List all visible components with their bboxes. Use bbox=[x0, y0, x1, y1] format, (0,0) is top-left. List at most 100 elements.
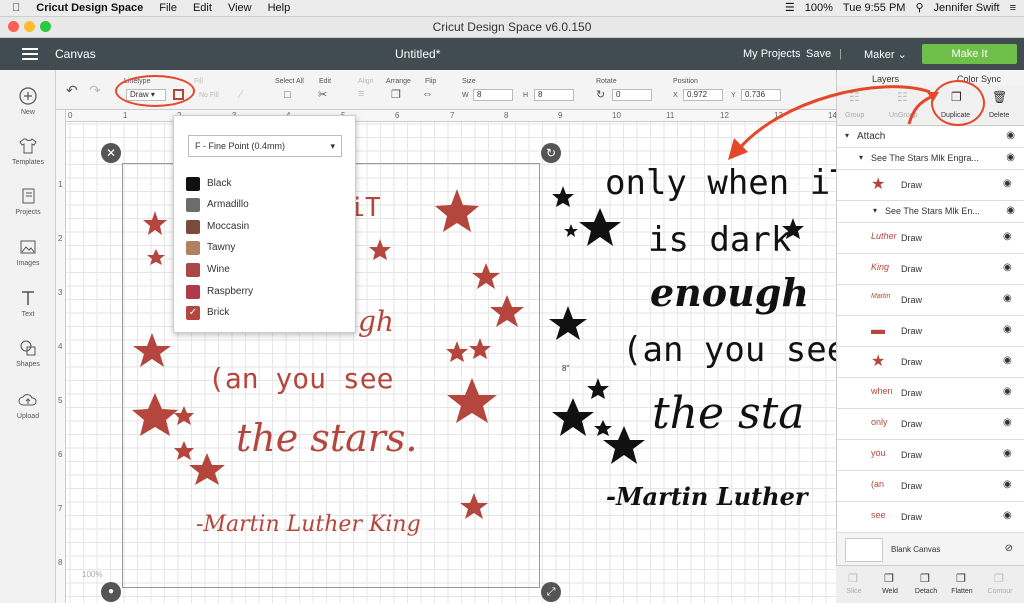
eye-icon[interactable]: ◉ bbox=[1006, 152, 1015, 163]
quote-right-line-6[interactable]: -Martin Luther bbox=[606, 482, 808, 511]
redo-icon[interactable]: ↷ bbox=[89, 82, 101, 99]
layer-row[interactable]: ▬ Draw ◉ bbox=[837, 316, 1024, 347]
color-label[interactable]: Tawny bbox=[207, 242, 235, 253]
color-swatch-raspberry[interactable] bbox=[186, 285, 200, 299]
close-icon[interactable]: ✕ bbox=[101, 143, 121, 163]
clock[interactable]: Tue 9:55 PM bbox=[843, 2, 906, 14]
close-window-icon[interactable] bbox=[8, 21, 19, 32]
app-menu[interactable]: Cricut Design Space bbox=[36, 2, 143, 14]
detach-button[interactable]: Detach bbox=[908, 588, 944, 595]
color-swatch-black[interactable] bbox=[186, 177, 200, 191]
eye-icon[interactable]: ◉ bbox=[1003, 231, 1015, 242]
eye-icon[interactable]: ◉ bbox=[1003, 417, 1015, 428]
eye-icon[interactable]: ◉ bbox=[1003, 386, 1015, 397]
slice-icon[interactable]: ❐ bbox=[848, 572, 858, 585]
rotate-input[interactable]: 0 bbox=[612, 89, 652, 101]
eye-hidden-icon[interactable]: ⊘ bbox=[1005, 543, 1013, 554]
flatten-icon[interactable]: ❐ bbox=[956, 572, 966, 585]
layer-row[interactable]: only Draw ◉ bbox=[837, 409, 1024, 440]
zoom-level[interactable]: 100% bbox=[82, 570, 102, 579]
layer-row[interactable]: Luther Draw ◉ bbox=[837, 223, 1024, 254]
eye-icon[interactable]: ◉ bbox=[1003, 178, 1015, 189]
eye-icon[interactable]: ◉ bbox=[1003, 479, 1015, 490]
sidebar-item-templates[interactable]: Templates bbox=[0, 136, 56, 166]
trash-icon[interactable]: 🗑 bbox=[992, 90, 1007, 104]
make-it-button[interactable]: Make It bbox=[922, 44, 1017, 64]
apple-icon[interactable]:  bbox=[12, 2, 20, 14]
blank-canvas-row[interactable]: Blank Canvas ⊘ bbox=[837, 535, 1024, 565]
color-label[interactable]: Brick bbox=[207, 307, 229, 318]
layer-group-row[interactable]: ▾ See The Stars Mlk En... ◉ bbox=[837, 201, 1024, 223]
quote-line-2[interactable]: gh bbox=[358, 305, 394, 338]
weld-icon[interactable]: ❐ bbox=[884, 572, 894, 585]
quote-right-line-2[interactable]: is dark bbox=[648, 220, 791, 260]
hamburger-menu-icon[interactable] bbox=[22, 48, 38, 60]
slice-button[interactable]: Slice bbox=[836, 588, 872, 595]
sidebar-item-shapes[interactable]: Shapes bbox=[0, 338, 56, 368]
fill-value[interactable]: No Fill bbox=[199, 92, 219, 99]
menu-file[interactable]: File bbox=[159, 2, 177, 14]
color-label[interactable]: Armadillo bbox=[207, 199, 249, 210]
eye-icon[interactable]: ◉ bbox=[1003, 262, 1015, 273]
menu-list-icon[interactable]: ≡ bbox=[1010, 2, 1016, 14]
flatten-button[interactable]: Flatten bbox=[944, 588, 980, 595]
lock-icon[interactable]: ● bbox=[101, 582, 121, 602]
color-swatch-wine[interactable] bbox=[186, 263, 200, 277]
contour-icon[interactable]: ❐ bbox=[994, 572, 1004, 585]
layer-row[interactable]: you Draw ◉ bbox=[837, 440, 1024, 471]
color-swatch-brick[interactable]: ✓ bbox=[186, 306, 200, 320]
color-swatch-tawny[interactable] bbox=[186, 241, 200, 255]
minimize-window-icon[interactable] bbox=[24, 21, 35, 32]
wifi-icon[interactable]: ☰ bbox=[785, 1, 795, 14]
eye-icon[interactable]: ◉ bbox=[1003, 293, 1015, 304]
eye-icon[interactable]: ◉ bbox=[1006, 205, 1015, 216]
sidebar-item-images[interactable]: Images bbox=[0, 237, 56, 267]
machine-select[interactable]: Maker ⌄ bbox=[864, 48, 907, 61]
detach-icon[interactable]: ❐ bbox=[920, 572, 930, 585]
user-name[interactable]: Jennifer Swift bbox=[934, 2, 1000, 14]
menu-edit[interactable]: Edit bbox=[193, 2, 212, 14]
x-input[interactable]: 0.972 bbox=[683, 89, 723, 101]
height-input[interactable]: 8 bbox=[534, 89, 574, 101]
arrange-icon[interactable]: ❐ bbox=[391, 88, 401, 101]
eye-icon[interactable]: ◉ bbox=[1003, 448, 1015, 459]
pen-type-select[interactable]: F - Fine Point (0.4mm) ▾ bbox=[188, 135, 342, 157]
select-all-icon[interactable]: □ bbox=[284, 89, 291, 101]
rotate-handle-icon[interactable]: ↻ bbox=[541, 143, 561, 163]
flip-icon[interactable]: ⇔ bbox=[422, 88, 433, 100]
resize-handle-icon[interactable]: ⤢ bbox=[541, 582, 561, 602]
quote-right-line-4[interactable]: (an you see bbox=[622, 330, 847, 370]
collapse-icon[interactable]: ▾ bbox=[873, 206, 877, 215]
color-label[interactable]: Moccasin bbox=[207, 221, 249, 232]
align-icon[interactable]: ≡ bbox=[358, 88, 364, 100]
weld-button[interactable]: Weld bbox=[872, 588, 908, 595]
quote-line-5[interactable]: -Martin Luther King bbox=[196, 512, 421, 537]
sidebar-item-text[interactable]: Text bbox=[0, 288, 56, 318]
color-swatch-armadillo[interactable] bbox=[186, 198, 200, 212]
quote-line-4[interactable]: the stars. bbox=[236, 416, 417, 460]
layer-row[interactable]: King Draw ◉ bbox=[837, 254, 1024, 285]
delete-button[interactable]: Delete bbox=[989, 112, 1009, 119]
sidebar-item-upload[interactable]: Upload bbox=[0, 390, 56, 420]
sidebar-item-new[interactable]: New bbox=[0, 86, 56, 116]
my-projects-link[interactable]: My Projects bbox=[743, 48, 800, 60]
menu-view[interactable]: View bbox=[228, 2, 252, 14]
color-label[interactable]: Black bbox=[207, 178, 231, 189]
quote-right-line-3[interactable]: enough bbox=[650, 270, 809, 315]
edit-scissors-icon[interactable]: ✂ bbox=[318, 88, 327, 101]
color-label[interactable]: Raspberry bbox=[207, 286, 253, 297]
search-icon[interactable]: ⚲ bbox=[915, 1, 923, 14]
color-label[interactable]: Wine bbox=[207, 264, 230, 275]
eye-icon[interactable]: ◉ bbox=[1006, 130, 1015, 141]
eye-icon[interactable]: ◉ bbox=[1003, 510, 1015, 521]
sidebar-item-projects[interactable]: Projects bbox=[0, 186, 56, 216]
zoom-window-icon[interactable] bbox=[40, 21, 51, 32]
save-button[interactable]: Save bbox=[806, 48, 831, 60]
layer-row[interactable]: ★ Draw ◉ bbox=[837, 347, 1024, 378]
eye-icon[interactable]: ◉ bbox=[1003, 324, 1015, 335]
quote-right-line-5[interactable]: the sta bbox=[652, 388, 805, 439]
battery-label[interactable]: 100% bbox=[805, 2, 833, 14]
quote-line-3[interactable]: (an you see bbox=[208, 362, 393, 395]
menu-help[interactable]: Help bbox=[268, 2, 291, 14]
color-swatch-moccasin[interactable] bbox=[186, 220, 200, 234]
